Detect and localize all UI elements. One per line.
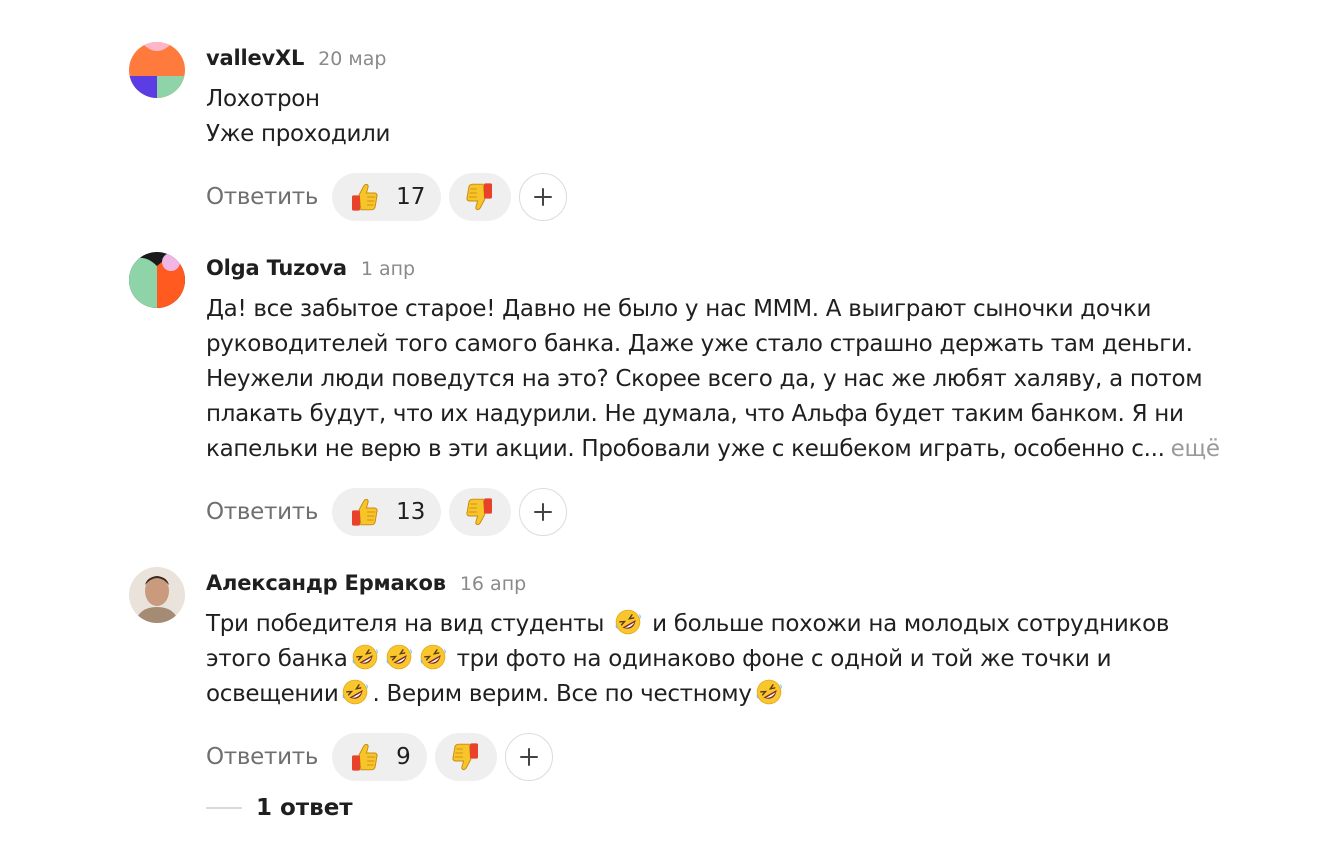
avatar[interactable] — [129, 42, 185, 98]
thumbs-up-icon — [348, 496, 380, 528]
like-count: 13 — [396, 499, 426, 525]
reply-button[interactable]: Ответить — [206, 184, 318, 210]
comment-text-line: освещении . Верим верим. Все по честному — [206, 677, 1319, 712]
rolling-on-floor-laughing-icon — [419, 643, 447, 671]
comment-date: 1 апр — [360, 258, 416, 280]
like-button[interactable]: 13 — [332, 488, 442, 536]
thumbs-down-icon — [464, 496, 496, 528]
dislike-button[interactable] — [449, 173, 512, 221]
comment-text-line: Лохотрон — [206, 86, 320, 112]
text-segment: три фото на одинаково фоне с одной и той… — [449, 646, 1112, 672]
plus-icon — [534, 188, 553, 206]
show-more-link[interactable]: ещё — [1171, 436, 1220, 462]
add-reaction-button[interactable] — [519, 488, 568, 536]
comment-text-line: Да! все забытое старое! Давно не было у … — [206, 296, 1152, 322]
comment-text-line: Неужели люди поведутся на это? Скорее вс… — [206, 366, 1203, 392]
comment-text-line: капельки не верю в эти акции. Пробовали … — [206, 436, 1165, 462]
show-replies-button[interactable]: 1 ответ — [206, 795, 353, 821]
add-reaction-button[interactable] — [504, 733, 553, 781]
rolling-on-floor-laughing-icon — [341, 678, 369, 706]
replies-count-label: 1 ответ — [256, 795, 353, 821]
comment-actions: Ответить 17 — [206, 172, 1319, 222]
comment-text-line: Уже проходили — [206, 121, 391, 147]
text-segment: . Верим верим. Все по честному — [372, 681, 752, 707]
rolling-on-floor-laughing-icon — [385, 643, 413, 671]
comment-text-line: плакать будут, что их надурили. Не думал… — [206, 401, 1184, 427]
comment-text: Лохотрон Уже проходили — [206, 82, 1319, 152]
plus-icon — [534, 503, 553, 521]
comment-text-line: этого банка три фото на одинаково фоне с… — [206, 642, 1319, 677]
comment-text-line: Три победителя на вид студенты и больше … — [206, 607, 1319, 642]
comment-text: Да! все забытое старое! Давно не было у … — [206, 292, 1319, 467]
comment-actions: Ответить 13 — [206, 487, 1319, 537]
thumbs-down-icon — [450, 741, 482, 773]
comment-date: 20 мар — [318, 48, 387, 70]
rolling-on-floor-laughing-icon — [351, 643, 379, 671]
text-segment: освещении — [206, 681, 339, 707]
rolling-on-floor-laughing-icon — [755, 678, 783, 706]
avatar[interactable] — [129, 567, 185, 623]
comment-text-line: руководителей того самого банка. Даже уж… — [206, 331, 1193, 357]
text-segment: Три победителя на вид студенты — [206, 611, 612, 637]
thumbs-up-icon — [348, 741, 380, 773]
comment-text-line-last: капельки не верю в эти акции. Пробовали … — [206, 432, 1319, 467]
comment-text: Три победителя на вид студенты и больше … — [206, 607, 1319, 712]
like-count: 17 — [396, 184, 426, 210]
plus-icon — [519, 748, 538, 766]
thumbs-up-icon — [348, 181, 380, 213]
like-button[interactable]: 17 — [332, 173, 442, 221]
rolling-on-floor-laughing-icon — [614, 608, 642, 636]
avatar[interactable] — [129, 252, 185, 308]
thumbs-down-icon — [464, 181, 496, 213]
author-name[interactable]: Olga Tuzova — [206, 256, 347, 280]
reply-button[interactable]: Ответить — [206, 744, 318, 770]
dislike-button[interactable] — [434, 733, 497, 781]
author-name[interactable]: Александр Ермаков — [206, 571, 446, 595]
dislike-button[interactable] — [449, 488, 512, 536]
author-name[interactable]: vallevXL — [206, 46, 304, 70]
thread-line — [206, 807, 242, 809]
comment-date: 16 апр — [459, 573, 527, 595]
like-button[interactable]: 9 — [332, 733, 427, 781]
reply-button[interactable]: Ответить — [206, 499, 318, 525]
text-segment: этого банка — [206, 646, 348, 672]
like-count: 9 — [396, 744, 411, 770]
add-reaction-button[interactable] — [519, 173, 568, 221]
comment-actions: Ответить 9 — [206, 732, 1319, 782]
text-segment: и больше похожи на молодых сотрудников — [645, 611, 1170, 637]
